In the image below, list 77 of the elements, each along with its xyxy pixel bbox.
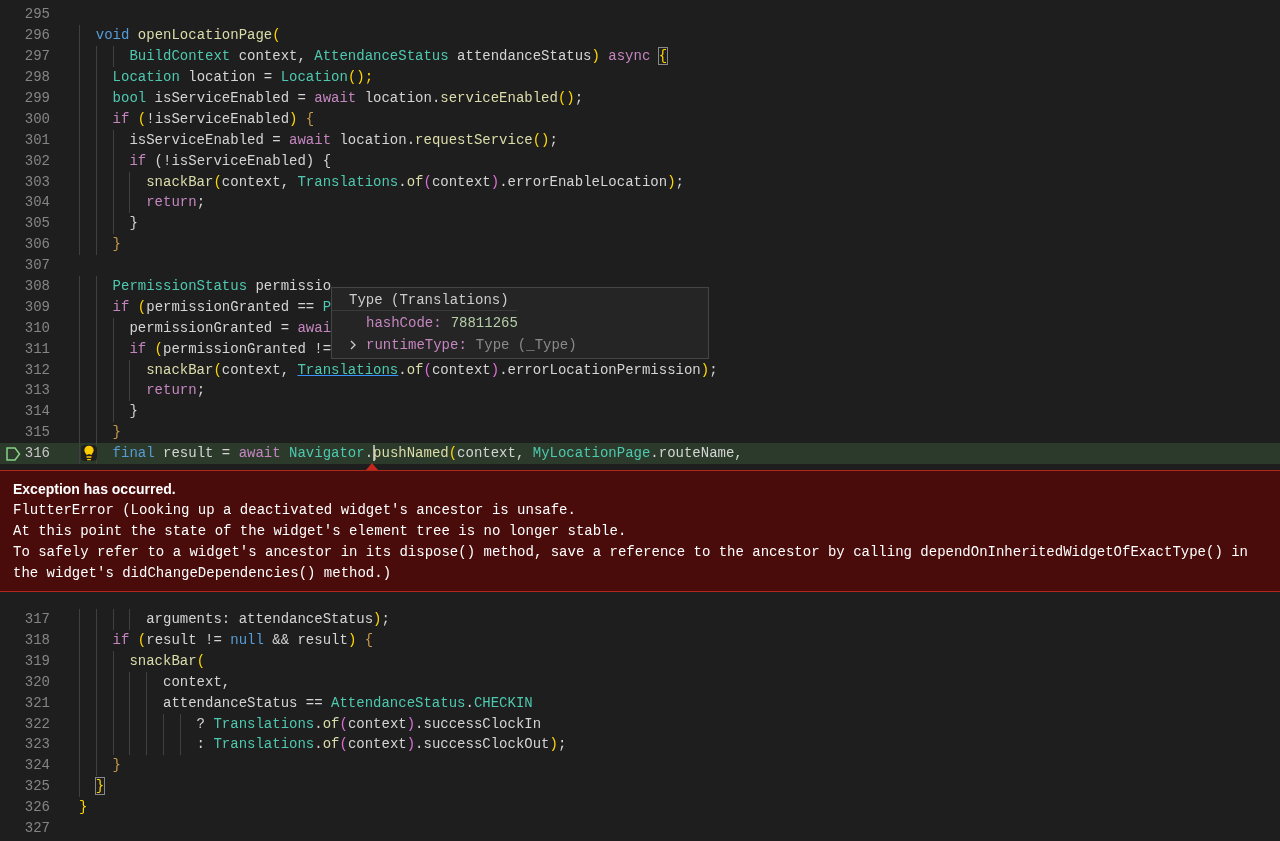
code-line: context, [162, 672, 231, 692]
lightbulb-icon[interactable] [81, 445, 97, 462]
code-line: snackBar(context, Translations.of(context).errorLocationPermission); [145, 360, 718, 380]
code-line: BuildContext context, AttendanceStatus attendanceStatus) async { [128, 47, 668, 67]
code-line: } [128, 214, 138, 234]
code-line: } [111, 235, 121, 255]
line-number: 321 [23, 693, 50, 713]
code-line: void openLocationPage( [94, 26, 281, 46]
line-number: 319 [23, 651, 50, 671]
code-line: snackBar( [128, 651, 206, 671]
exception-message: To safely refer to a widget's ancestor in its dispose() method, save a reference to the ancestor by calling dependOnInheritedWidgetOfExactType() in [13, 543, 1249, 563]
code-line: ? Translations.of(context).successClockIn [195, 714, 542, 734]
line-number: 310 [23, 318, 50, 338]
line-number: 312 [23, 360, 50, 380]
line-number: 317 [23, 610, 50, 630]
line-number: 326 [23, 798, 50, 818]
code-line: if (!isServiceEnabled) { [111, 109, 315, 129]
code-line: if (result != null && result) { [111, 630, 374, 650]
code-line: if (!isServiceEnabled) { [128, 151, 332, 171]
exception-title: Exception has occurred. [13, 480, 177, 500]
field-name: hashCode: [366, 313, 442, 333]
line-number: 302 [23, 151, 50, 171]
code-line: } [111, 423, 121, 443]
paused-arrow-icon [5, 445, 21, 462]
code-line: if (permissionGranted == P [111, 297, 332, 317]
line-number: 324 [23, 756, 50, 776]
line-number: 295 [23, 5, 50, 25]
code-line: Location location = Location(); [111, 68, 374, 88]
line-number: 298 [23, 68, 50, 88]
line-number: 325 [23, 777, 50, 797]
code-line: if (permissionGranted != [128, 339, 332, 359]
code-line: isServiceEnabled = await location.requestService(); [128, 130, 558, 150]
line-number: 313 [23, 381, 50, 401]
code-line: : Translations.of(context).successClockOut); [195, 735, 567, 755]
line-number: 297 [23, 47, 50, 67]
code-line: return; [145, 381, 206, 401]
code-line: } [79, 798, 88, 818]
exception-message: At this point the state of the widget's element tree is no longer stable. [13, 522, 628, 542]
line-number: 311 [23, 339, 50, 359]
code-line: snackBar(context, Translations.of(context).errorEnableLocation); [145, 172, 684, 192]
code-line: } [128, 402, 138, 422]
code-line: } [94, 777, 105, 797]
code-line: attendanceStatus == AttendanceStatus.CHECKIN [162, 693, 533, 713]
code-line: } [111, 756, 121, 776]
code-line: arguments: attendanceStatus); [145, 610, 390, 630]
line-number: 322 [23, 714, 50, 734]
line-number: 300 [23, 109, 50, 129]
field-value: 78811265 [450, 313, 518, 333]
code-line: bool isServiceEnabled = await location.serviceEnabled(); [111, 89, 584, 108]
line-number: 304 [23, 193, 50, 213]
line-number: 314 [23, 402, 50, 422]
line-number: 305 [23, 214, 50, 234]
line-number: 308 [23, 277, 50, 297]
line-number: 301 [23, 130, 50, 150]
tooltip-title: Type (Translations) [332, 289, 517, 311]
exception-pointer-icon [366, 463, 378, 471]
code-line: PermissionStatus permissio [111, 277, 332, 297]
code-link[interactable]: Translations [297, 361, 399, 378]
line-number: 303 [23, 172, 50, 192]
line-number: 320 [23, 672, 50, 692]
line-number: 327 [23, 818, 50, 838]
line-number: 316 [23, 444, 50, 464]
code-line: permissionGranted = awai [128, 318, 332, 338]
field-value: Type (_Type) [475, 335, 577, 355]
exception-message: the widget's didChangeDependencies() method.) [13, 564, 393, 584]
line-number: 315 [23, 423, 50, 443]
line-number: 323 [23, 735, 50, 755]
line-number: 307 [23, 256, 50, 276]
code-line: return; [145, 193, 206, 213]
line-number: 309 [23, 297, 50, 317]
line-number: 299 [23, 89, 50, 108]
line-number: 318 [23, 630, 50, 650]
field-name: runtimeType: [366, 335, 467, 355]
line-number: 296 [23, 26, 50, 46]
chevron-right-icon[interactable] [348, 339, 358, 351]
exception-message: FlutterError (Looking up a deactivated widget's ancestor is unsafe. [13, 501, 577, 521]
line-number: 306 [23, 235, 50, 255]
